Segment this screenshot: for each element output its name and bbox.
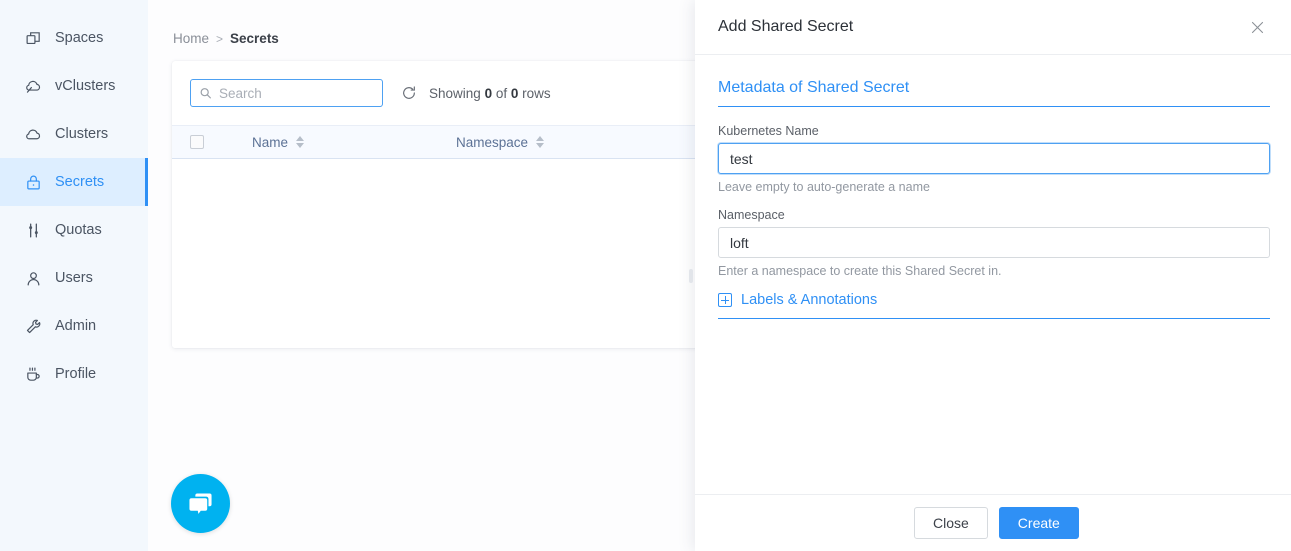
sort-icon [536, 136, 545, 148]
kubernetes-name-input[interactable] [718, 143, 1270, 174]
close-button[interactable]: Close [914, 507, 988, 539]
showing-of: of [495, 85, 508, 101]
section-title-metadata: Metadata of Shared Secret [718, 79, 1270, 107]
breadcrumb-current: Secrets [230, 31, 279, 46]
app-root: Spaces vClusters Clusters Secrets Quotas… [0, 0, 1291, 551]
sidebar-item-profile[interactable]: Profile [0, 350, 148, 398]
column-header-label: Namespace [456, 134, 529, 150]
spaces-icon [25, 30, 42, 47]
refresh-and-count: Showing 0 of 0 rows [401, 85, 551, 101]
labels-annotations-toggle[interactable]: Labels & Annotations [718, 292, 1270, 319]
lock-icon [25, 174, 42, 191]
field-kubernetes-name: Kubernetes Name Leave empty to auto-gene… [718, 124, 1270, 194]
labels-annotations-label: Labels & Annotations [741, 292, 878, 308]
drawer-title: Add Shared Secret [718, 18, 854, 35]
sidebar-item-label: Clusters [55, 126, 109, 142]
drawer-resize-handle[interactable] [687, 255, 695, 297]
showing-total: 0 [510, 85, 519, 101]
select-all-checkbox[interactable] [190, 135, 204, 149]
showing-suffix: rows [522, 85, 551, 101]
rows-count-text: Showing 0 of 0 rows [429, 86, 551, 101]
vclusters-icon [25, 78, 42, 95]
add-shared-secret-drawer: Add Shared Secret Metadata of Shared Sec… [689, 0, 1291, 551]
field-label: Kubernetes Name [718, 124, 819, 138]
breadcrumb-home[interactable]: Home [173, 31, 209, 46]
drawer-body: Metadata of Shared Secret Kubernetes Nam… [695, 55, 1291, 494]
user-icon [25, 270, 42, 287]
chat-bubble-icon [186, 489, 215, 518]
sidebar-item-secrets[interactable]: Secrets [0, 158, 148, 206]
sidebar-item-label: Secrets [55, 174, 105, 190]
search-field-wrapper [190, 79, 383, 107]
sidebar: Spaces vClusters Clusters Secrets Quotas… [0, 0, 148, 551]
sidebar-item-label: Admin [55, 318, 97, 334]
sidebar-item-clusters[interactable]: Clusters [0, 110, 148, 158]
sort-icon [296, 136, 305, 148]
clusters-icon [25, 126, 42, 143]
column-header-name[interactable]: Name [252, 135, 456, 150]
sidebar-item-spaces[interactable]: Spaces [0, 14, 148, 62]
column-header-namespace[interactable]: Namespace [456, 135, 676, 150]
sidebar-item-label: Users [55, 270, 93, 286]
drawer-header: Add Shared Secret [695, 0, 1291, 55]
sidebar-item-users[interactable]: Users [0, 254, 148, 302]
drawer-footer: Close Create [695, 494, 1291, 551]
create-button[interactable]: Create [998, 507, 1079, 539]
showing-count: 0 [484, 85, 493, 101]
field-label: Namespace [718, 208, 785, 222]
search-input[interactable] [190, 79, 383, 107]
sliders-icon [25, 222, 42, 239]
column-header-label: Name [252, 134, 289, 150]
namespace-input[interactable] [718, 227, 1270, 258]
sidebar-item-label: Quotas [55, 222, 102, 238]
wrench-icon [25, 318, 42, 335]
chat-widget-button[interactable] [171, 474, 230, 533]
coffee-icon [25, 366, 42, 383]
field-namespace: Namespace Enter a namespace to create th… [718, 208, 1270, 278]
showing-prefix: Showing [429, 85, 481, 101]
sidebar-item-label: Profile [55, 366, 97, 382]
sidebar-item-label: Spaces [55, 30, 104, 46]
drawer-grip [689, 268, 693, 283]
sidebar-item-vclusters[interactable]: vClusters [0, 62, 148, 110]
refresh-icon[interactable] [401, 85, 417, 101]
plus-box-icon [718, 293, 732, 307]
breadcrumb-separator: > [216, 31, 224, 46]
close-icon[interactable] [1245, 15, 1269, 39]
field-hint: Leave empty to auto-generate a name [718, 180, 930, 194]
sidebar-item-admin[interactable]: Admin [0, 302, 148, 350]
sidebar-item-quotas[interactable]: Quotas [0, 206, 148, 254]
sidebar-item-label: vClusters [55, 78, 116, 94]
field-hint: Enter a namespace to create this Shared … [718, 264, 1002, 278]
